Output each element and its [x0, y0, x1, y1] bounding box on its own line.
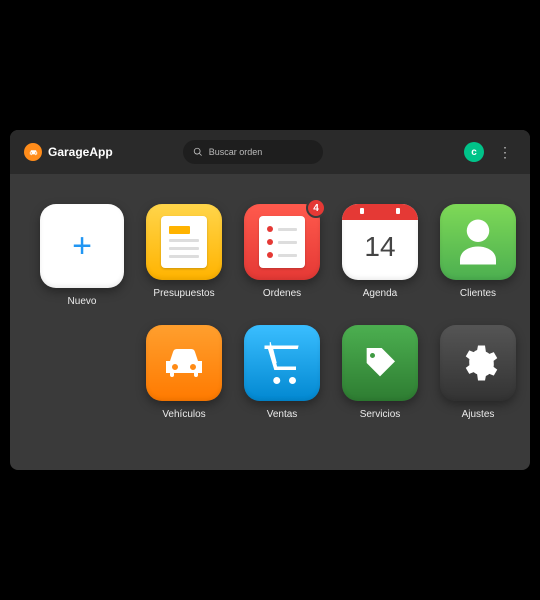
tile-label: Ajustes: [462, 409, 495, 420]
notification-badge: 4: [306, 198, 326, 218]
brand[interactable]: GarageApp: [24, 143, 113, 161]
tile-ajustes[interactable]: Ajustes: [440, 325, 516, 420]
topbar: GarageApp Buscar orden c ⋮: [10, 130, 530, 174]
document-icon: [161, 216, 207, 268]
tile-label: Vehículos: [162, 409, 205, 420]
calendar-icon: [342, 204, 418, 220]
search-placeholder: Buscar orden: [209, 147, 263, 157]
search-icon: [193, 147, 203, 157]
tile-label: Presupuestos: [153, 288, 214, 299]
tile-label: Agenda: [363, 288, 397, 299]
search-input[interactable]: Buscar orden: [183, 140, 323, 164]
tag-icon: [360, 343, 400, 383]
shopping-cart-icon: [261, 342, 303, 384]
car-logo-icon: [24, 143, 42, 161]
avatar[interactable]: c: [464, 142, 484, 162]
tile-nuevo[interactable]: + Nuevo: [40, 204, 124, 307]
app-window: GarageApp Buscar orden c ⋮ + Nuevo Presu…: [10, 130, 530, 470]
tile-ordenes[interactable]: 4 Ordenes: [244, 204, 320, 307]
tile-label: Ordenes: [263, 288, 301, 299]
tile-label: Clientes: [460, 288, 496, 299]
tile-presupuestos[interactable]: Presupuestos: [146, 204, 222, 307]
tile-label: Nuevo: [68, 296, 97, 307]
tile-label: Ventas: [267, 409, 298, 420]
tile-label: Servicios: [360, 409, 401, 420]
checklist-icon: [259, 216, 305, 268]
tile-vehiculos[interactable]: Vehículos: [146, 325, 222, 420]
kebab-menu-icon[interactable]: ⋮: [494, 144, 516, 161]
tile-ventas[interactable]: Ventas: [244, 325, 320, 420]
car-icon: [160, 339, 208, 387]
tile-servicios[interactable]: Servicios: [342, 325, 418, 420]
tile-clientes[interactable]: Clientes: [440, 204, 516, 307]
brand-name: GarageApp: [48, 145, 113, 159]
calendar-day: 14: [364, 231, 395, 263]
plus-icon: +: [72, 227, 92, 266]
tile-agenda[interactable]: 14 Agenda: [342, 204, 418, 307]
app-grid: + Nuevo Presupuestos 4 Ordenes: [10, 174, 530, 440]
person-icon: [451, 215, 505, 269]
gear-icon: [457, 342, 499, 384]
